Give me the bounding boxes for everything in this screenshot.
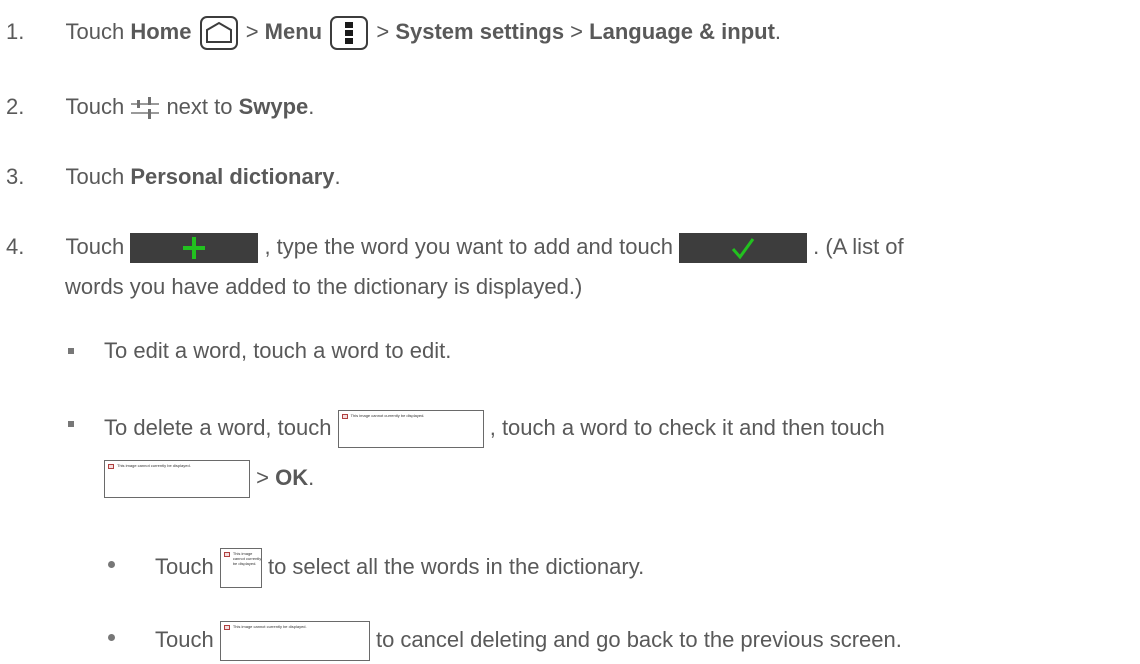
subbullet-select-all: Touch This image cannot currently be dis…	[155, 548, 644, 588]
step-number: 3.	[6, 164, 25, 189]
confirm-delete-icon-placeholder: This image cannot currently be displayed…	[104, 460, 250, 498]
subbullet-marker	[108, 634, 115, 641]
step-2: 2. Touch next to Swype.	[6, 94, 315, 120]
done-button	[679, 233, 808, 264]
bullet-delete-word: To delete a word, touch This image canno…	[104, 410, 885, 448]
bullet-edit-word: To edit a word, touch a word to edit.	[104, 338, 452, 363]
delete-icon-placeholder: This image cannot currently be displayed…	[337, 410, 484, 448]
step-3: 3. Touch Personal dictionary.	[6, 164, 341, 189]
settings-sliders-icon	[130, 96, 160, 120]
step-4: 4. Touch , type the word you want to add…	[6, 233, 904, 264]
home-icon	[199, 16, 238, 50]
bullet-marker	[68, 348, 74, 354]
menu-icon	[330, 16, 369, 50]
step-number: 2.	[6, 94, 25, 119]
select-all-icon-placeholder: This image cannot currently be displayed…	[219, 548, 262, 588]
step-number: 1.	[6, 18, 25, 44]
step-1: 1. Touch Home > Menu > System settings >…	[6, 16, 781, 50]
step-number: 4.	[6, 234, 25, 259]
bullet-delete-word-continued: This image cannot currently be displayed…	[104, 460, 314, 498]
step-4-continued: words you have added to the dictionary i…	[65, 274, 583, 299]
add-word-button	[130, 233, 259, 264]
bullet-marker	[68, 421, 74, 427]
cancel-icon-placeholder: This image cannot currently be displayed…	[219, 621, 370, 661]
subbullet-cancel: Touch This image cannot currently be dis…	[155, 621, 902, 661]
subbullet-marker	[108, 561, 115, 568]
